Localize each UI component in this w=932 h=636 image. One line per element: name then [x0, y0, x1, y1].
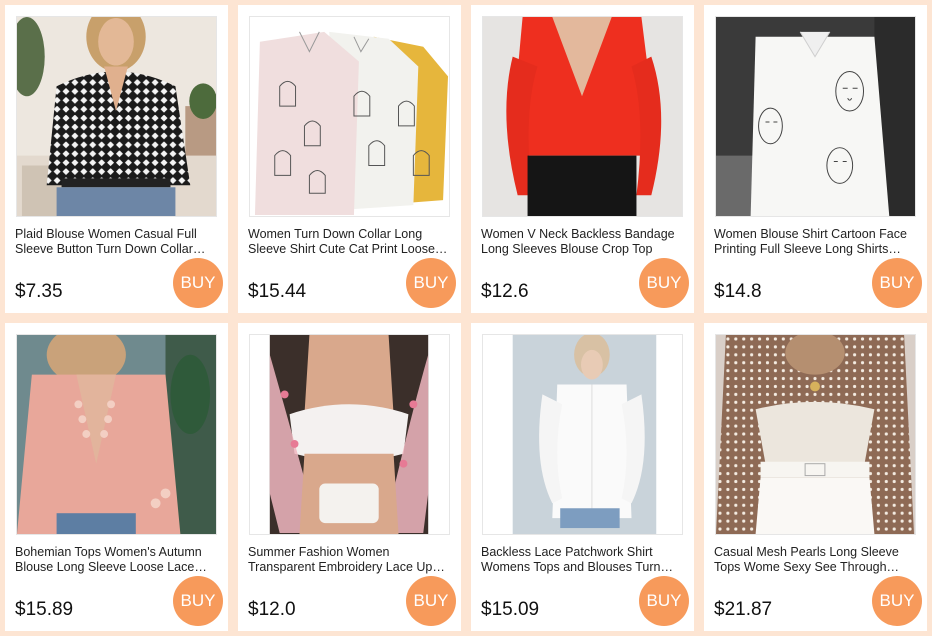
product-image[interactable] — [16, 16, 217, 217]
product-title[interactable]: Casual Mesh Pearls Long Sleeve Tops Wome… — [714, 545, 917, 575]
product-price: $15.09 — [481, 599, 540, 620]
product-card[interactable]: Summer Fashion Women Transparent Embroid… — [238, 323, 461, 631]
product-image[interactable] — [715, 334, 916, 535]
buy-button[interactable]: BUY — [639, 576, 689, 626]
product-title[interactable]: Summer Fashion Women Transparent Embroid… — [248, 545, 451, 575]
product-title[interactable]: Bohemian Tops Women's Autumn Blouse Long… — [15, 545, 218, 575]
product-card[interactable]: Plaid Blouse Women Casual Full Sleeve Bu… — [5, 5, 228, 313]
product-card[interactable]: Backless Lace Patchwork Shirt Womens Top… — [471, 323, 694, 631]
product-title[interactable]: Women Turn Down Collar Long Sleeve Shirt… — [248, 227, 451, 257]
product-price: $14.8 — [714, 281, 762, 302]
product-image[interactable] — [715, 16, 916, 217]
product-image[interactable] — [482, 334, 683, 535]
product-price: $15.89 — [15, 599, 74, 620]
product-image[interactable] — [249, 16, 450, 217]
product-photo — [483, 335, 682, 534]
product-photo — [250, 17, 449, 216]
product-card[interactable]: Casual Mesh Pearls Long Sleeve Tops Wome… — [704, 323, 927, 631]
buy-button[interactable]: BUY — [872, 576, 922, 626]
product-image[interactable] — [249, 334, 450, 535]
product-grid: Plaid Blouse Women Casual Full Sleeve Bu… — [5, 5, 927, 631]
product-title[interactable]: Women Blouse Shirt Cartoon Face Printing… — [714, 227, 917, 257]
product-title[interactable]: Plaid Blouse Women Casual Full Sleeve Bu… — [15, 227, 218, 257]
product-photo — [716, 17, 915, 216]
product-price: $21.87 — [714, 599, 773, 620]
product-card[interactable]: Women V Neck Backless Bandage Long Sleev… — [471, 5, 694, 313]
product-title[interactable]: Backless Lace Patchwork Shirt Womens Top… — [481, 545, 684, 575]
buy-button[interactable]: BUY — [173, 258, 223, 308]
product-price: $12.0 — [248, 599, 296, 620]
product-image[interactable] — [482, 16, 683, 217]
product-price: $7.35 — [15, 281, 63, 302]
product-card[interactable]: Women Turn Down Collar Long Sleeve Shirt… — [238, 5, 461, 313]
buy-button[interactable]: BUY — [872, 258, 922, 308]
product-card[interactable]: Women Blouse Shirt Cartoon Face Printing… — [704, 5, 927, 313]
product-price: $12.6 — [481, 281, 529, 302]
product-photo — [17, 17, 216, 216]
buy-button[interactable]: BUY — [639, 258, 689, 308]
buy-button[interactable]: BUY — [406, 258, 456, 308]
product-photo — [250, 335, 449, 534]
product-image[interactable] — [16, 334, 217, 535]
product-photo — [716, 335, 915, 534]
product-card[interactable]: Bohemian Tops Women's Autumn Blouse Long… — [5, 323, 228, 631]
product-title[interactable]: Women V Neck Backless Bandage Long Sleev… — [481, 227, 684, 257]
buy-button[interactable]: BUY — [406, 576, 456, 626]
product-photo — [483, 17, 682, 216]
product-photo — [17, 335, 216, 534]
buy-button[interactable]: BUY — [173, 576, 223, 626]
product-price: $15.44 — [248, 281, 307, 302]
